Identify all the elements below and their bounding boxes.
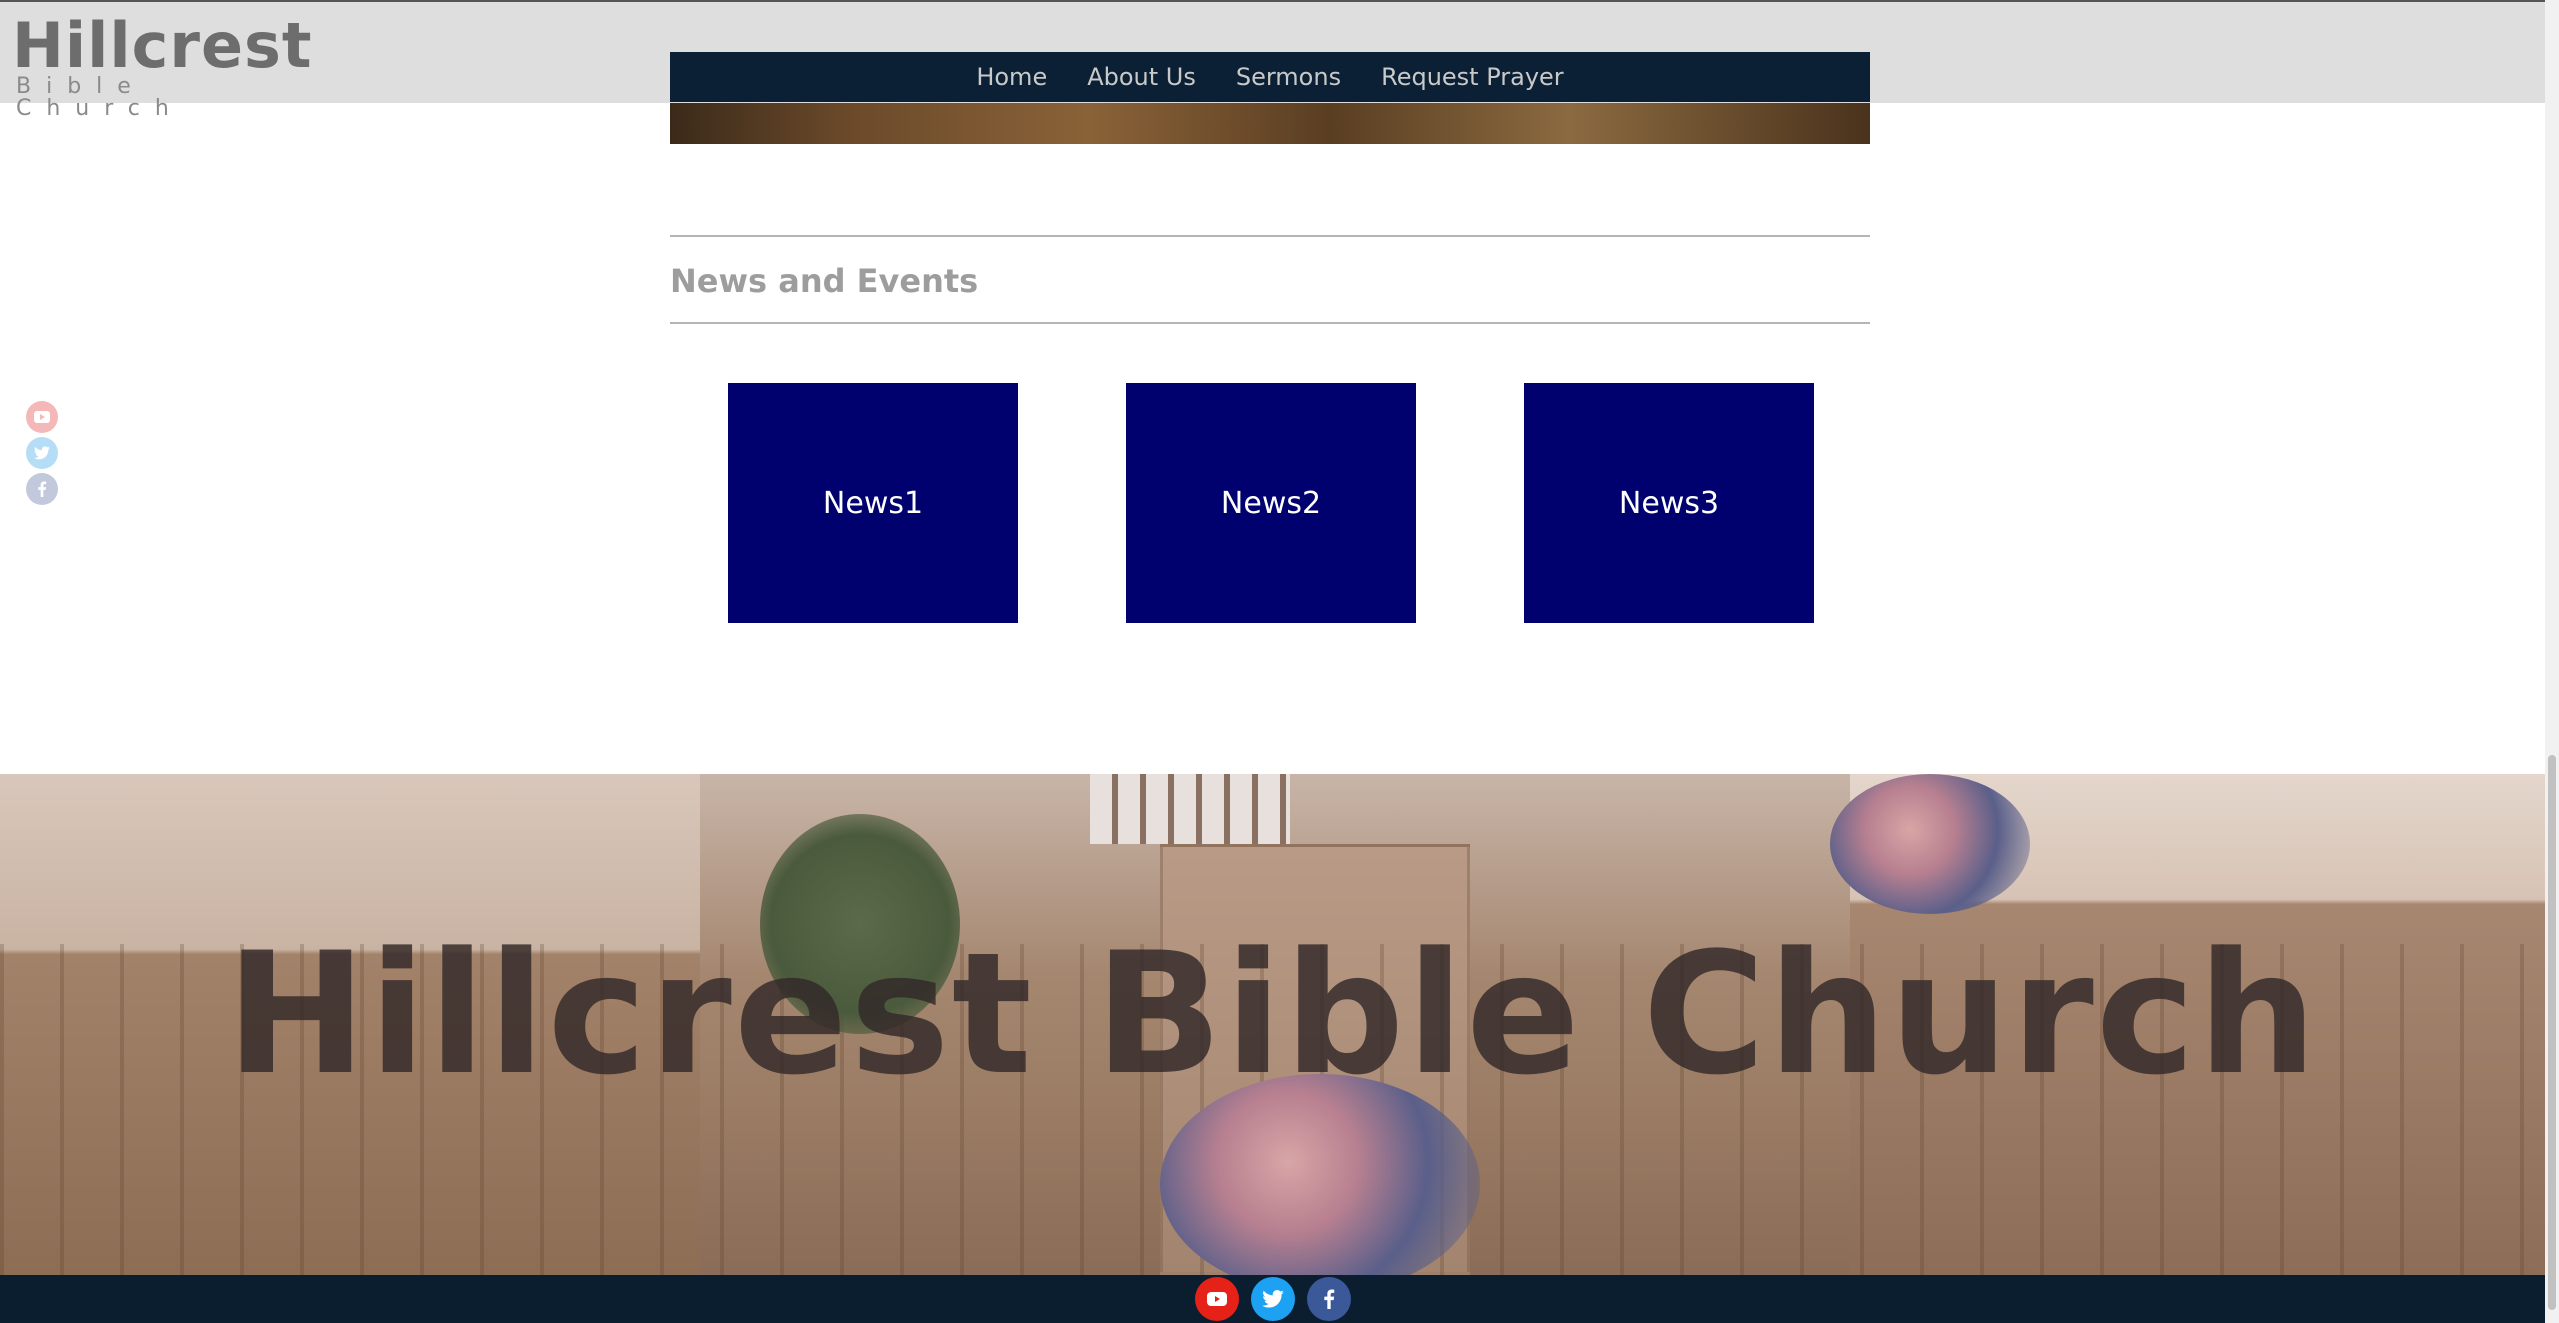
facebook-icon[interactable] <box>26 473 58 505</box>
nav-about-us[interactable]: About Us <box>1087 63 1196 91</box>
section-divider-bottom <box>670 322 1870 324</box>
banner-window <box>1090 774 1290 844</box>
news-card-label: News2 <box>1220 485 1322 521</box>
site-logo[interactable]: Hillcrest Bible Church <box>12 9 313 120</box>
banner-title: Hillcrest Bible Church <box>226 916 2319 1112</box>
nav-home[interactable]: Home <box>976 63 1047 91</box>
youtube-icon[interactable] <box>26 401 58 433</box>
logo-main-text: Hillcrest <box>12 9 313 82</box>
news-card-1[interactable]: News1 <box>728 383 1018 623</box>
nav-sermons[interactable]: Sermons <box>1236 63 1341 91</box>
banner-flowers-right <box>1830 774 2030 914</box>
church-banner: Hillcrest Bible Church <box>0 774 2545 1275</box>
page: Hillcrest Bible Church Home About Us Ser… <box>0 0 2559 1323</box>
twitter-icon[interactable] <box>1250 1277 1295 1321</box>
news-section-title: News and Events <box>670 262 979 300</box>
scrollbar-thumb[interactable] <box>2548 755 2556 1310</box>
news-card-2[interactable]: News2 <box>1126 383 1416 623</box>
footer-social-bar <box>0 1275 2545 1323</box>
facebook-icon[interactable] <box>1306 1277 1351 1321</box>
youtube-icon[interactable] <box>1194 1277 1239 1321</box>
twitter-icon[interactable] <box>26 437 58 469</box>
nav-request-prayer[interactable]: Request Prayer <box>1381 63 1564 91</box>
logo-sub-text: Bible Church <box>16 74 184 121</box>
main-navigation: Home About Us Sermons Request Prayer <box>670 52 1870 102</box>
section-divider-top <box>670 235 1870 237</box>
side-social-links <box>26 401 58 509</box>
news-card-label: News3 <box>1618 485 1720 521</box>
news-card-label: News1 <box>822 485 924 521</box>
news-card-3[interactable]: News3 <box>1524 383 1814 623</box>
page-scrollbar[interactable] <box>2545 0 2559 1323</box>
